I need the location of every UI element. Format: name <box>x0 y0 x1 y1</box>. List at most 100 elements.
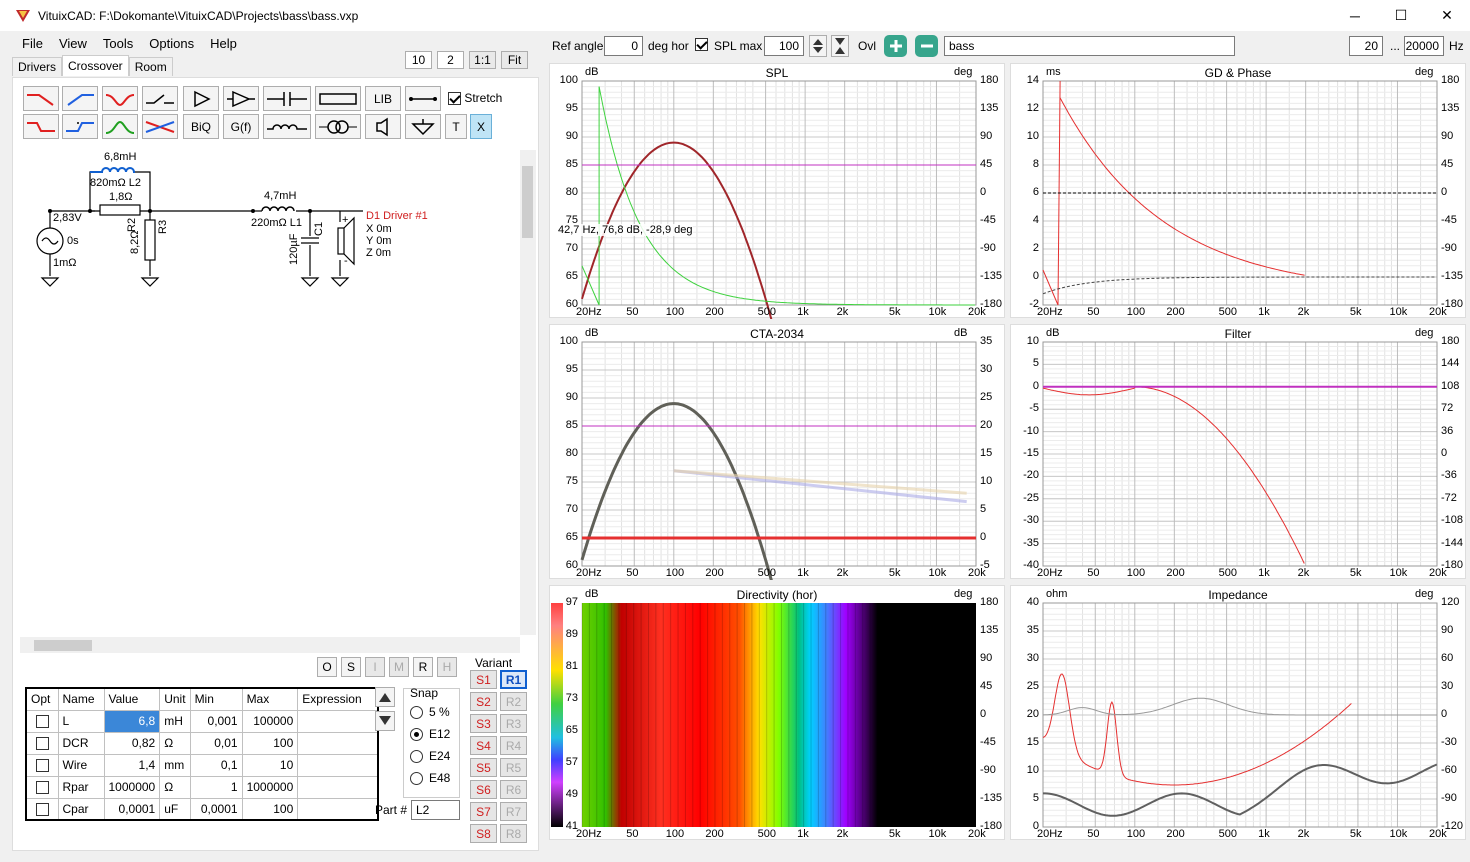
variant-s5-button[interactable]: S5 <box>470 758 497 777</box>
param-min[interactable]: 0,001 <box>189 709 243 733</box>
highpass-tool[interactable] <box>62 86 98 111</box>
param-expression[interactable] <box>297 709 379 733</box>
variant-r4-button[interactable]: R4 <box>500 736 527 755</box>
resistor-tool[interactable] <box>315 86 361 111</box>
tab-crossover[interactable]: Crossover <box>62 55 129 76</box>
snap-e48[interactable]: E48 <box>410 771 450 786</box>
biquad-button[interactable]: BiQ <box>183 114 219 139</box>
opt-checkbox[interactable] <box>35 715 49 729</box>
driver-name[interactable]: D1 Driver #1 <box>366 210 428 222</box>
variant-r3-button[interactable]: R3 <box>500 714 527 733</box>
stretch-checkbox[interactable] <box>448 92 461 106</box>
lib-button[interactable]: LIB <box>365 86 401 111</box>
param-max[interactable]: 1000000 <box>241 775 299 799</box>
part-input[interactable]: L2 <box>411 800 460 820</box>
crossover-tool[interactable] <box>142 114 178 139</box>
zoom-fit-button[interactable]: Fit <box>501 51 528 69</box>
variant-r8-button[interactable]: R8 <box>500 824 527 843</box>
menu-file[interactable]: File <box>14 34 51 53</box>
snap-e12[interactable]: E12 <box>410 727 450 742</box>
variant-s2-button[interactable]: S2 <box>470 692 497 711</box>
menu-help[interactable]: Help <box>202 34 245 53</box>
variant-r5-button[interactable]: R5 <box>500 758 527 777</box>
inductor-tool[interactable] <box>263 114 311 139</box>
param-min[interactable]: 0,01 <box>189 731 243 755</box>
opamp-tool[interactable] <box>223 86 259 111</box>
spl-graph[interactable]: SPL dB deg 100 95 90 85 80 75 70 65 60 180 135 90 45 0 -4… <box>549 63 1005 319</box>
variant-r2-button[interactable]: R2 <box>500 692 527 711</box>
h-button[interactable]: H <box>437 657 457 677</box>
snap-5pct[interactable]: 5 % <box>410 705 450 720</box>
param-value[interactable]: 0,0001 <box>103 797 161 821</box>
ground-tool[interactable] <box>405 114 441 139</box>
param-value[interactable]: 6,8 <box>103 709 161 733</box>
ref-angle-input[interactable]: 0 <box>604 36 643 56</box>
variant-r6-button[interactable]: R6 <box>500 780 527 799</box>
move-down-button[interactable] <box>375 711 395 731</box>
variant-s7-button[interactable]: S7 <box>470 802 497 821</box>
param-min[interactable]: 0,0001 <box>189 797 243 821</box>
x-tool[interactable]: X <box>470 114 492 139</box>
freq-max-input[interactable]: 20000 <box>1404 36 1444 56</box>
notch-tool[interactable] <box>102 86 138 111</box>
impedance-graph[interactable]: Impedance ohm deg 40 35 30 25 20 15 10 5 0 120 90 60 30… <box>1010 585 1466 840</box>
opt-checkbox[interactable] <box>35 802 49 816</box>
impedance-graph-plot[interactable] <box>1011 586 1467 841</box>
param-max[interactable]: 100 <box>241 731 299 755</box>
param-min[interactable]: 1 <box>189 775 243 799</box>
o-button[interactable]: O <box>317 657 337 677</box>
wire-tool[interactable] <box>405 86 441 111</box>
spl-max-checkbox[interactable] <box>695 38 708 51</box>
bandpass-tool[interactable] <box>102 114 138 139</box>
lowpass-step-tool[interactable] <box>23 114 59 139</box>
variant-s4-button[interactable]: S4 <box>470 736 497 755</box>
m-button[interactable]: M <box>389 657 409 677</box>
param-expression[interactable] <box>297 731 379 755</box>
param-value[interactable]: 1000000 <box>103 775 161 799</box>
menu-view[interactable]: View <box>51 34 95 53</box>
lowpass-tool[interactable] <box>23 86 59 111</box>
param-max[interactable]: 100 <box>241 797 299 821</box>
variant-r1-button[interactable]: R1 <box>500 670 527 689</box>
zoom-field-1[interactable]: 10 <box>405 51 432 69</box>
filter-graph[interactable]: Filter dB deg 10 5 0 -5 -10 -15 -20 -25 -30 -35 -40 18… <box>1010 324 1466 579</box>
driver-tool[interactable] <box>365 114 401 139</box>
tab-room[interactable]: Room <box>128 57 173 76</box>
variant-s1-button[interactable]: S1 <box>470 670 497 689</box>
spl-fit-button[interactable] <box>831 35 849 57</box>
spl-max-input[interactable]: 100 <box>764 36 804 56</box>
cta2034-graph-plot[interactable] <box>550 325 1006 580</box>
variant-s3-button[interactable]: S3 <box>470 714 497 733</box>
close-button[interactable]: ✕ <box>1424 0 1470 31</box>
r-button[interactable]: R <box>413 657 433 677</box>
minimize-button[interactable]: ─ <box>1332 0 1378 31</box>
overlay-add-button[interactable] <box>884 35 907 57</box>
opt-checkbox[interactable] <box>35 737 49 751</box>
param-expression[interactable] <box>297 797 379 821</box>
stretch-option[interactable]: Stretch <box>448 91 502 106</box>
menu-tools[interactable]: Tools <box>95 34 141 53</box>
param-expression[interactable] <box>297 775 379 799</box>
gd-phase-graph-plot[interactable] <box>1011 64 1467 319</box>
spl-spin-button[interactable] <box>809 35 827 57</box>
menu-options[interactable]: Options <box>141 34 202 53</box>
overlay-remove-button[interactable] <box>915 35 938 57</box>
buffer-tool[interactable] <box>183 86 219 111</box>
variant-r7-button[interactable]: R7 <box>500 802 527 821</box>
variant-s6-button[interactable]: S6 <box>470 780 497 799</box>
schematic-canvas[interactable]: 6,8mH 820mΩ L2 1,8Ω R2 8,2Ω R3 2,83V 0s … <box>20 150 520 635</box>
param-max[interactable]: 10 <box>241 753 299 777</box>
tab-drivers[interactable]: Drivers <box>12 57 62 76</box>
maximize-button[interactable]: ☐ <box>1378 0 1424 31</box>
gf-button[interactable]: G(f) <box>223 114 259 139</box>
switch-tool[interactable] <box>142 86 178 111</box>
move-up-button[interactable] <box>375 687 395 707</box>
cta2034-graph[interactable]: CTA-2034 dB dB 100 95 90 85 80 75 70 65 60 35 30 25 20 1… <box>549 324 1006 580</box>
opt-checkbox[interactable] <box>35 781 49 795</box>
schematic-hscroll[interactable] <box>20 637 520 653</box>
gd-phase-graph[interactable]: GD & Phase ms deg 14 12 10 8 6 4 2 0 -2 180 135 90 45 0 -… <box>1010 63 1466 318</box>
schematic-vscroll[interactable] <box>520 150 536 635</box>
snap-e24[interactable]: E24 <box>410 749 450 764</box>
i-button[interactable]: I <box>365 657 385 677</box>
directivity-graph[interactable]: Directivity (hor) dB deg 97 89 81 73 65 57 49 41 18… <box>549 585 1005 840</box>
